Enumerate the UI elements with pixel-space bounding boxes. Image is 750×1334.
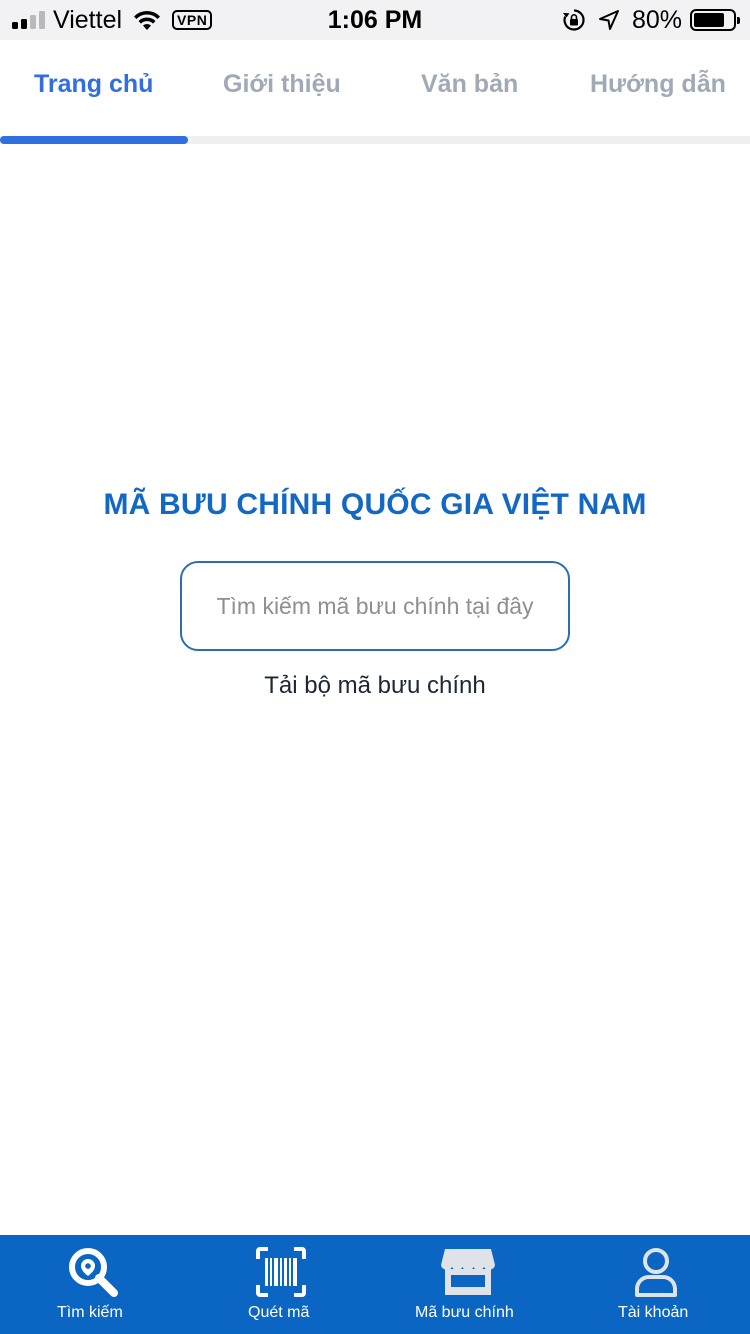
search-location-icon [69, 1248, 118, 1297]
nav-label-quet-ma: Quét mã [248, 1304, 310, 1321]
bottom-nav: Tìm kiếm Quét mã Mã bưu chính Tài khoản [0, 1235, 750, 1334]
page-title: MÃ BƯU CHÍNH QUỐC GIA VIỆT NAM [103, 488, 647, 521]
nav-item-quet-ma[interactable]: Quét mã [187, 1235, 375, 1334]
nav-label-tai-khoan: Tài khoản [618, 1304, 689, 1321]
download-postal-codes-link[interactable]: Tải bộ mã bưu chính [0, 672, 750, 700]
tab-trang-chu[interactable]: Trang chủ [34, 70, 153, 99]
carrier-name: Viettel [53, 5, 123, 34]
status-bar: Viettel VPN 1:06 PM 80% [0, 0, 750, 40]
nav-label-ma-buu-chinh: Mã bưu chính [415, 1304, 514, 1321]
tab-active-indicator [0, 136, 188, 144]
search-input[interactable] [182, 563, 568, 649]
tab-huong-dan[interactable]: Hướng dẫn [590, 70, 726, 99]
battery-icon [690, 9, 740, 31]
search-box[interactable] [180, 561, 570, 651]
cellular-signal-icon [12, 11, 45, 29]
nav-label-tim-kiem: Tìm kiếm [57, 1304, 123, 1321]
top-tab-bar: Trang chủ Giới thiệu Văn bản Hướng dẫn [0, 40, 750, 136]
nav-item-tai-khoan[interactable]: Tài khoản [562, 1235, 750, 1334]
vpn-badge: VPN [172, 10, 213, 30]
rotation-lock-icon [562, 9, 585, 31]
tab-gioi-thieu[interactable]: Giới thiệu [223, 70, 341, 99]
nav-item-tim-kiem[interactable]: Tìm kiếm [0, 1235, 187, 1334]
tab-van-ban[interactable]: Văn bản [421, 70, 518, 99]
nav-item-ma-buu-chinh[interactable]: Mã bưu chính [375, 1235, 562, 1334]
wifi-icon [134, 10, 161, 30]
user-icon [635, 1248, 677, 1297]
battery-percent: 80% [631, 5, 682, 34]
location-arrow-icon [598, 10, 619, 30]
status-bar-left: Viettel VPN [12, 5, 213, 34]
status-bar-right: 80% [562, 5, 740, 34]
storefront-icon [441, 1249, 495, 1295]
barcode-scan-icon [256, 1247, 306, 1297]
